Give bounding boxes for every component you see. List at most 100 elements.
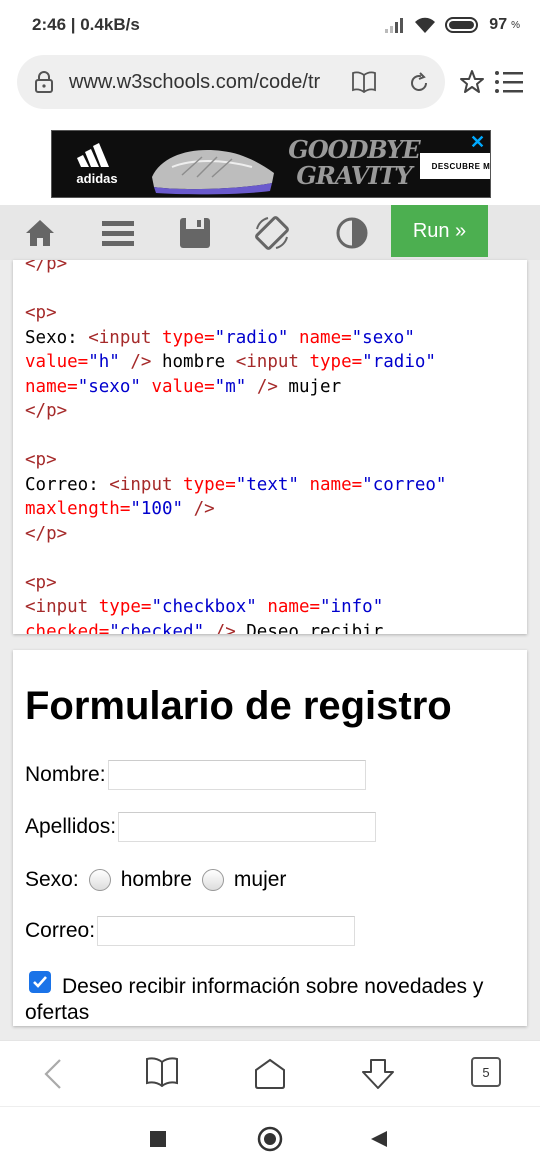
- ad-cta-label: DESCUBRE MÁS: [431, 161, 491, 171]
- code-token: </p>: [25, 401, 68, 421]
- apellidos-row: Apellidos:: [25, 812, 377, 842]
- code-token: name=: [256, 597, 321, 617]
- code-editor[interactable]: </p> <p> Sexo: <input type="radio" name=…: [13, 260, 527, 634]
- correo-row: Correo:: [25, 916, 356, 946]
- code-token: />: [246, 376, 278, 397]
- code-token: type=: [151, 327, 215, 348]
- apellidos-label: Apellidos:: [25, 815, 117, 838]
- code-text[interactable]: </p> <p> Sexo: <input type="radio" name=…: [25, 260, 446, 634]
- code-token: type=: [172, 474, 236, 495]
- contrast-icon[interactable]: [334, 215, 370, 251]
- status-bar: 2:46 | 0.4kB/s 97 %: [0, 0, 540, 50]
- code-token: mujer: [277, 376, 342, 397]
- back-system-icon[interactable]: [370, 1130, 388, 1148]
- code-token: <p>: [25, 450, 57, 470]
- code-token: "text": [235, 474, 299, 495]
- result-preview: Formulario de registro Nombre: Apellidos…: [13, 650, 527, 1026]
- run-button[interactable]: Run »: [391, 205, 488, 257]
- reload-icon[interactable]: [407, 71, 431, 95]
- ad-headline-line-2: GRAVITY: [296, 161, 412, 190]
- tabs-button[interactable]: 5: [471, 1057, 501, 1087]
- recents-icon[interactable]: [149, 1130, 167, 1148]
- code-token: "checkbox": [151, 597, 257, 617]
- battery-icon: [445, 17, 479, 33]
- status-icons: 97 %: [385, 13, 520, 37]
- adidas-stripes-icon: [77, 143, 109, 167]
- code-token: "radio": [362, 352, 436, 372]
- code-token: type=: [298, 352, 363, 372]
- code-token: Deseo recibir: [235, 621, 384, 635]
- home-icon[interactable]: [22, 215, 58, 251]
- code-token: type=: [88, 597, 152, 617]
- code-token: maxlength=: [25, 499, 131, 519]
- hombre-label: hombre: [120, 868, 192, 891]
- code-token: "checked": [109, 621, 205, 635]
- address-bar[interactable]: www.w3schools.com/code/tr: [17, 55, 445, 109]
- mujer-radio[interactable]: [201, 869, 224, 891]
- code-token: "sexo": [77, 376, 141, 397]
- status-time: 2:46 | 0.4kB/s: [32, 15, 140, 34]
- code-token: "correo": [362, 474, 447, 495]
- code-token: name=: [288, 327, 352, 348]
- bookmark-star-icon[interactable]: [458, 68, 486, 96]
- browser-menu-icon[interactable]: [494, 69, 524, 95]
- nombre-label: Nombre:: [25, 763, 106, 786]
- lock-icon: [35, 71, 53, 93]
- system-nav-bar: [0, 1106, 540, 1170]
- code-token: </p>: [25, 260, 68, 274]
- code-token: name=: [298, 474, 363, 495]
- shoe-image: [152, 150, 274, 195]
- code-token: "m": [214, 376, 247, 397]
- code-token: checked=: [25, 621, 110, 635]
- code-token: <input: [88, 327, 152, 348]
- url-text[interactable]: www.w3schools.com/code/tr: [69, 71, 344, 94]
- sexo-label: Sexo:: [25, 868, 79, 891]
- adidas-logo: adidas: [62, 141, 132, 191]
- home-system-icon[interactable]: [257, 1126, 283, 1152]
- page-title: Formulario de registro: [25, 684, 452, 728]
- wifi-icon: [415, 17, 436, 33]
- download-icon[interactable]: [360, 1057, 396, 1091]
- code-token: <input: [109, 474, 173, 495]
- code-token: name=: [25, 376, 78, 397]
- correo-label: Correo:: [25, 919, 96, 942]
- battery-percent-sign: %: [511, 19, 520, 31]
- rotate-icon[interactable]: [254, 215, 290, 251]
- code-token: value=: [140, 376, 215, 397]
- code-token: <p>: [25, 303, 57, 323]
- bookmarks-icon[interactable]: [145, 1057, 179, 1087]
- code-token: </p>: [25, 523, 68, 544]
- apellidos-input[interactable]: [118, 812, 377, 842]
- code-token: <input: [235, 352, 299, 372]
- correo-input[interactable]: [97, 916, 356, 946]
- code-token: Correo:: [25, 474, 110, 495]
- browser-bottom-bar: [0, 1040, 540, 1106]
- ad-cta-button[interactable]: DESCUBRE MÁS ⟶: [420, 153, 491, 179]
- signal-icon: [385, 18, 404, 33]
- code-token: />: [119, 352, 152, 372]
- code-token: <p>: [25, 572, 57, 593]
- code-token: />: [183, 499, 215, 519]
- reader-mode-icon[interactable]: [351, 71, 377, 93]
- nombre-input[interactable]: [107, 760, 366, 790]
- sexo-row: Sexo: hombre mujer: [25, 868, 286, 892]
- code-token: "h": [88, 352, 120, 372]
- code-token: "radio": [214, 327, 289, 348]
- code-token: />: [204, 621, 236, 635]
- back-icon[interactable]: [42, 1057, 64, 1091]
- code-token: "info": [320, 597, 384, 617]
- code-token: "sexo": [351, 327, 415, 348]
- hombre-radio[interactable]: [88, 869, 111, 891]
- code-token: "100": [130, 499, 184, 519]
- ad-close-icon[interactable]: ✕: [470, 132, 485, 153]
- code-token: <input: [25, 597, 89, 617]
- code-token: hombre: [151, 352, 236, 372]
- battery-level: 97: [489, 16, 508, 33]
- save-icon[interactable]: [177, 215, 213, 251]
- ad-brand-name: adidas: [76, 171, 118, 186]
- code-token: value=: [25, 352, 89, 372]
- ad-headline: GOODBYE GRAVITY: [284, 137, 424, 189]
- home-nav-icon[interactable]: [253, 1057, 287, 1091]
- menu-icon[interactable]: [100, 215, 136, 251]
- ad-banner[interactable]: adidas GOODBYE GRAVITY DESCUBRE MÁS ⟶: [51, 130, 491, 198]
